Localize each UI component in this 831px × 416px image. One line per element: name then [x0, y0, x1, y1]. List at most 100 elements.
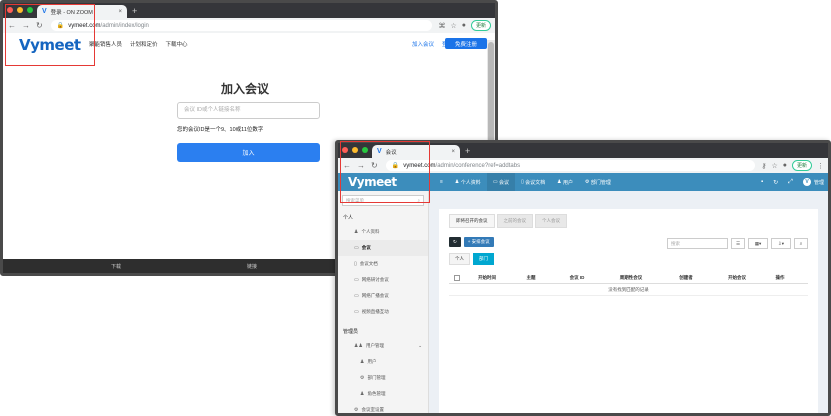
filter-department[interactable]: 部门	[473, 253, 494, 265]
sidebar-item-departments[interactable]: ⚙ 部门管理	[338, 370, 428, 386]
chevron-down-icon: ⌄	[418, 343, 422, 348]
refresh-button[interactable]: ↻	[449, 237, 461, 247]
update-button[interactable]: 更新	[791, 160, 812, 171]
sidebar-item-label: 网络研讨会议	[361, 277, 389, 282]
update-button[interactable]: 更新	[470, 20, 491, 31]
tab-close-icon[interactable]: ×	[118, 9, 122, 15]
sidebar-item-label: 用户管理	[365, 343, 384, 348]
menu-users-label: 用户	[562, 179, 573, 186]
star-icon[interactable]: ☆	[450, 22, 456, 30]
trash-icon[interactable]: ▪	[761, 179, 763, 185]
sidebar-item-profile[interactable]: ♟ 个人资料	[338, 224, 428, 240]
sidebar-section-personal: 个人	[343, 215, 354, 221]
users-icon: ♟♟	[354, 343, 363, 349]
column-creator[interactable]: 创建者	[661, 275, 711, 281]
user-icon: ♟	[354, 229, 359, 235]
sidebar-item-meetings[interactable]: ▭ 会议	[338, 240, 428, 256]
avatar: V	[802, 178, 811, 186]
profile-icon[interactable]: ●	[783, 162, 787, 169]
columns-icon[interactable]: ▦▾	[748, 238, 768, 249]
column-meeting-id[interactable]: 会议 ID	[553, 275, 601, 281]
menu-meetings-label: 会议	[498, 179, 509, 186]
empty-table-message: 没有找到匹配的记录	[449, 284, 808, 296]
tab-upcoming[interactable]: 即将召开的会议	[449, 214, 495, 228]
meetings-table: 开始时间 主题 会议 ID 周期性会议 创建者 开始会议 操作 没有找到匹配的记…	[449, 273, 808, 296]
search-icon[interactable]: ⌕	[794, 238, 808, 249]
footer-download-link[interactable]: 下载	[111, 263, 121, 270]
meeting-id-input[interactable]: 会议 ID或个人链接名称	[177, 102, 320, 119]
menu-documents[interactable]: ▯ 会议文档	[515, 173, 551, 191]
sidebar-item-roles[interactable]: ♟ 角色管理	[338, 386, 428, 402]
user-name: 管理	[813, 179, 824, 186]
table-tools: 搜索 ☰ ▦▾ ⇩▾ ⌕	[667, 238, 808, 249]
menu-departments[interactable]: ⚙ 部门管理	[579, 173, 617, 191]
join-button[interactable]: 加入	[177, 143, 320, 162]
sidebar-item-label: 部门管理	[367, 375, 386, 380]
sidebar-item-user-management[interactable]: ♟♟ 用户管理 ⌄	[338, 338, 428, 354]
video-icon: ▭	[354, 293, 359, 299]
table-search-input[interactable]: 搜索	[667, 238, 728, 249]
sidebar-item-users[interactable]: ♟ 用户	[338, 354, 428, 370]
new-tab-icon[interactable]: +	[132, 6, 137, 16]
tab-close-icon[interactable]: ×	[451, 149, 455, 155]
sidebar: 搜索菜单 ⌕ 个人 ♟ 个人资料 ▭ 会议 ▯ 会议文档 ▭ 网络研讨会议 ▭ 网络广播会…	[338, 191, 429, 413]
menu-meetings[interactable]: ▭ 会议	[486, 173, 515, 191]
sidebar-item-label: 用户	[367, 359, 377, 364]
join-meeting-link[interactable]: 加入会议	[412, 40, 434, 48]
menu-profile-label: 个人资料	[460, 179, 481, 186]
video-icon: ▭	[354, 309, 359, 315]
sidebar-item-room-settings[interactable]: ⚙ 会议室设置	[338, 402, 428, 413]
nav-link-pricing[interactable]: 计划和定价	[130, 40, 158, 48]
table-header: 开始时间 主题 会议 ID 周期性会议 创建者 开始会议 操作	[449, 273, 808, 284]
video-icon: ▭	[354, 245, 359, 251]
sitemap-icon: ⚙	[360, 375, 365, 381]
nav-link-download[interactable]: 下载中心	[166, 40, 188, 48]
sidebar-item-label: 会议文档	[359, 261, 378, 266]
sidebar-item-label: 会议	[361, 245, 371, 250]
sidebar-item-livestream[interactable]: ▭ 视频直播互动	[338, 304, 428, 320]
more-icon[interactable]: ⋮	[817, 162, 824, 170]
gear-icon: ⚙	[354, 407, 359, 413]
sidebar-section-admin: 管理员	[343, 329, 359, 335]
star-icon[interactable]: ☆	[771, 162, 777, 170]
list-view-icon[interactable]: ☰	[731, 238, 745, 249]
fullscreen-icon[interactable]: ⤢	[788, 179, 793, 186]
column-recurring[interactable]: 周期性会议	[601, 275, 661, 281]
user-menu[interactable]: V 管理	[802, 178, 824, 186]
menu-users[interactable]: ♟ 用户	[551, 173, 579, 191]
column-topic[interactable]: 主题	[509, 275, 553, 281]
footer-links-link[interactable]: 链接	[247, 263, 257, 270]
tab-previous[interactable]: 之前的会议	[496, 214, 533, 228]
filter-personal[interactable]: 个人	[449, 253, 470, 265]
register-button[interactable]: 免费注册	[445, 38, 487, 49]
video-icon: ▭	[354, 277, 359, 283]
column-start-meeting[interactable]: 开始会议	[711, 275, 763, 281]
users-icon: ♟	[360, 391, 365, 397]
export-icon[interactable]: ⇩▾	[771, 238, 791, 249]
tab-personal[interactable]: 个人会议	[535, 214, 567, 228]
meeting-id-hint: 您的会议ID是一个9、10或11位数字	[177, 127, 264, 133]
sidebar-item-broadcast[interactable]: ▭ 网络广播会议	[338, 288, 428, 304]
new-tab-icon[interactable]: +	[465, 146, 470, 156]
sidebar-item-label: 角色管理	[367, 391, 386, 396]
refresh-icon[interactable]: ↻	[773, 179, 778, 186]
refresh-icon: ↻	[453, 239, 457, 244]
url-path: /admin/index/login	[100, 22, 149, 29]
sidebar-item-webinar[interactable]: ▭ 网络研讨会议	[338, 272, 428, 288]
schedule-meeting-button[interactable]: + 安排会议	[463, 237, 494, 247]
url-path: /admin/conference?ref=addtabs	[435, 162, 521, 169]
menu-profile[interactable]: ♟ 个人资料	[449, 173, 487, 191]
column-start-time[interactable]: 开始时间	[465, 275, 509, 281]
highlight-box-login	[5, 4, 95, 66]
sidebar-item-documents[interactable]: ▯ 会议文档	[338, 256, 428, 272]
key-icon[interactable]: ⚷	[761, 162, 766, 170]
select-all-checkbox[interactable]	[449, 274, 465, 282]
column-actions: 操作	[775, 275, 785, 280]
translate-icon[interactable]: ⌘	[438, 22, 445, 30]
main-content: 即将召开的会议 之前的会议 个人会议 ↻ + 安排会议 搜索 ☰ ▦▾ ⇩▾ ⌕…	[429, 191, 828, 413]
address-bar[interactable]: 🔒 vymeet.com /admin/index/login	[50, 20, 433, 31]
address-bar[interactable]: 🔒 vymeet.com /admin/conference?ref=addta…	[385, 160, 756, 171]
highlight-box-conference	[340, 141, 430, 203]
profile-icon[interactable]: ●	[462, 22, 466, 29]
sidebar-toggle-icon[interactable]: ≡	[434, 173, 449, 191]
